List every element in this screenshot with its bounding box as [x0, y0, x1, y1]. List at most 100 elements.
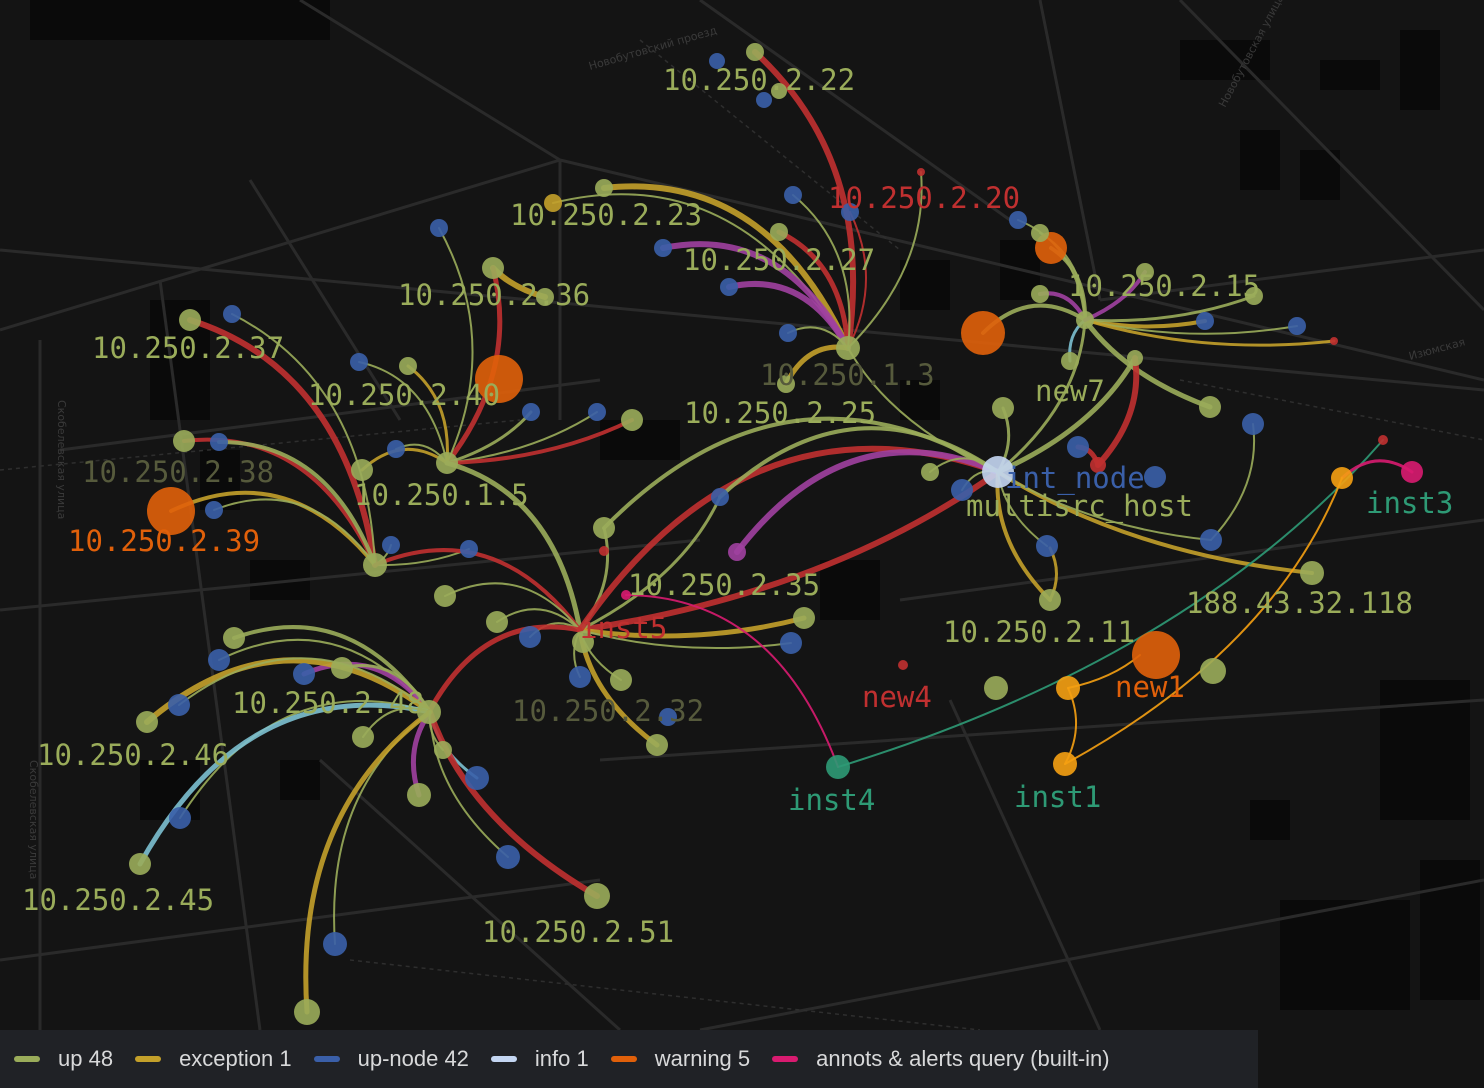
map-node-marker [599, 546, 609, 556]
node-label: 10.250.2.35 [628, 568, 820, 602]
legend-swatch [772, 1056, 799, 1062]
map-node-marker [1288, 317, 1306, 335]
map-node-marker [1056, 676, 1080, 700]
map-node-marker [654, 239, 672, 257]
map-node-marker [136, 711, 158, 733]
building-block [1320, 60, 1380, 90]
map-node-marker [711, 488, 729, 506]
building-block [820, 560, 880, 620]
map-node-marker [1300, 561, 1324, 585]
legend-item-warning[interactable]: warning 5 [610, 1046, 750, 1072]
map-node-marker [173, 430, 195, 452]
node-label: inst1 [1014, 780, 1101, 814]
connection-edge [1210, 423, 1256, 541]
map-node-marker [434, 741, 452, 759]
map-node-marker [168, 694, 190, 716]
map-node-marker [826, 755, 850, 779]
map-node-marker [593, 517, 615, 539]
map-node-marker [323, 932, 347, 956]
road [299, 0, 561, 162]
map-node-marker [179, 309, 201, 331]
map-node-marker [407, 783, 431, 807]
legend-item-annots[interactable]: annots & alerts query (built-in) [772, 1046, 1110, 1072]
street-label: Изюмская [1407, 335, 1466, 362]
node-label: inst5 [580, 611, 667, 645]
map-node-marker [770, 223, 788, 241]
node-label: 10.250.2.46 [37, 738, 229, 772]
map-node-marker [793, 607, 815, 629]
map-node-marker [223, 627, 245, 649]
node-label: 10.250.2.36 [398, 278, 590, 312]
building-block [900, 260, 950, 310]
node-label: 10.250.2.39 [68, 524, 260, 558]
map-node-marker [1031, 224, 1049, 242]
map-node-marker [205, 501, 223, 519]
connection-edge [427, 709, 600, 899]
map-node-marker [1061, 352, 1079, 370]
legend-item-up-node[interactable]: up-node 42 [313, 1046, 469, 1072]
map-node-marker [1053, 752, 1077, 776]
map-node-marker [595, 179, 613, 197]
map-node-marker [1200, 529, 1222, 551]
map-node-marker [728, 543, 746, 561]
map-node-marker [921, 463, 939, 481]
map-node-marker [1127, 350, 1143, 366]
map-node-marker [434, 585, 456, 607]
node-label: 10.250.2.40 [308, 378, 500, 412]
node-label: 10.250.2.32 [512, 694, 704, 728]
legend-item-exception[interactable]: exception 1 [135, 1046, 292, 1072]
map-node-marker [129, 853, 151, 875]
map-node-marker [1242, 413, 1264, 435]
node-label: 10.250.2.48 [232, 686, 424, 720]
map-node-marker [992, 397, 1014, 419]
map-node-marker [984, 676, 1008, 700]
legend-label: info 1 [534, 1046, 589, 1071]
map-node-marker [294, 999, 320, 1025]
geomap-panel[interactable]: Новобутовский проезд Новобутовская улица И… [0, 0, 1484, 1088]
map-node-marker [293, 663, 315, 685]
map-node-marker [646, 734, 668, 756]
road [318, 758, 622, 1032]
map-canvas[interactable]: Новобутовский проезд Новобутовская улицаИ… [0, 0, 1484, 1088]
network-edges [137, 49, 1414, 1015]
map-node-marker [780, 632, 802, 654]
legend-label: exception 1 [179, 1046, 292, 1071]
node-label: 10.250.1.5 [354, 478, 529, 512]
map-node-marker [331, 657, 353, 679]
map-node-marker [496, 845, 520, 869]
map-node-marker [208, 649, 230, 671]
map-node-marker [465, 766, 489, 790]
node-label: 10.250.2.20 [828, 181, 1020, 215]
map-node-marker [1076, 311, 1094, 329]
map-node-marker [1036, 535, 1058, 557]
legend-item-up[interactable]: up 48 [14, 1046, 113, 1072]
building-block [1240, 130, 1280, 190]
map-node-marker [779, 324, 797, 342]
map-node-marker [382, 536, 400, 554]
building-block [1400, 30, 1440, 110]
map-node-marker [352, 726, 374, 748]
map-node-marker [1144, 466, 1166, 488]
street-label: Скобелевская улица [55, 400, 68, 519]
street-label: Скобелевская улица [27, 760, 40, 879]
map-node-marker [430, 219, 448, 237]
map-node-marker [1401, 461, 1423, 483]
map-node-marker [399, 357, 417, 375]
node-label: inst4 [788, 783, 875, 817]
map-node-marker [784, 186, 802, 204]
map-node-marker [1331, 467, 1353, 489]
map-node-marker [584, 883, 610, 909]
road [948, 699, 1102, 1031]
map-node-marker [363, 553, 387, 577]
footpath [1179, 379, 1484, 441]
node-label: 188.43.32.118 [1186, 586, 1413, 620]
legend-item-info[interactable]: info 1 [490, 1046, 589, 1072]
map-node-marker [350, 353, 368, 371]
legend-swatch [490, 1056, 517, 1062]
map-node-marker [621, 409, 643, 431]
node-label: 10.250.2.37 [92, 331, 284, 365]
node-label: 10.250.2.23 [510, 198, 702, 232]
map-node-marker [169, 807, 191, 829]
node-label: new1 [1115, 670, 1185, 704]
node-label: 10.250.2.22 [663, 63, 855, 97]
